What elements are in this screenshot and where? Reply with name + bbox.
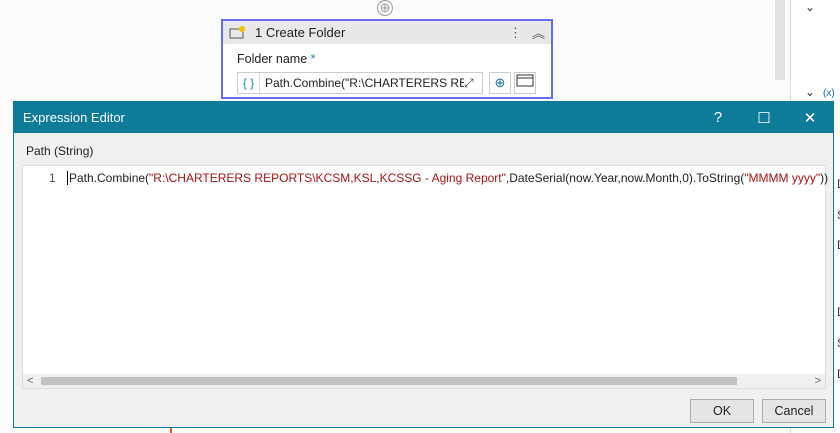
chevron-down-icon[interactable]: ⌄	[805, 85, 815, 99]
dialog-titlebar: Expression Editor ? ☐ ✕	[14, 102, 833, 133]
collapse-button[interactable]: ︽	[532, 23, 545, 42]
canvas-scrollbar[interactable]	[775, 0, 785, 80]
scroll-left-icon[interactable]: <	[27, 375, 33, 387]
dialog-title: Expression Editor	[23, 110, 125, 125]
line-number: 1	[49, 171, 56, 185]
connector-line	[170, 428, 172, 433]
folder-icon	[516, 74, 534, 87]
cancel-button[interactable]: Cancel	[762, 399, 826, 423]
more-options-button[interactable]: ⋮	[509, 25, 522, 41]
expand-icon[interactable]: ⤢	[464, 76, 482, 91]
expression-code[interactable]: Path.Combine("R:\CHARTERERS REPORTS\KCSM…	[67, 171, 828, 185]
expression-editor-dialog: Expression Editor ? ☐ ✕ Path (String) 1 …	[13, 101, 834, 428]
scrollbar-thumb[interactable]	[41, 377, 737, 385]
add-activity-button[interactable]: ⊕	[377, 0, 393, 16]
folder-name-value[interactable]: Path.Combine("R:\CHARTERERS REP(...	[260, 76, 464, 90]
code-string: "MMMM yyyy"	[744, 171, 821, 185]
add-variable-button[interactable]: ⊕	[489, 72, 511, 94]
browse-folder-button[interactable]	[514, 72, 536, 94]
folder-name-field[interactable]: { } Path.Combine("R:\CHARTERERS REP(... …	[237, 72, 483, 94]
ok-button[interactable]: OK	[690, 399, 754, 423]
code-part: ,DateSerial(now.Year,now.Month,0).ToStri…	[505, 171, 745, 185]
variable-icon: (x)	[823, 88, 835, 99]
expression-input[interactable]: 1 Path.Combine("R:\CHARTERERS REPORTS\KC…	[22, 165, 828, 389]
scroll-right-icon[interactable]: >	[815, 375, 821, 387]
label-text: Folder name	[237, 52, 308, 66]
horizontal-scrollbar[interactable]: < >	[23, 374, 825, 388]
activity-title: 1 Create Folder	[255, 25, 346, 40]
folder-icon	[229, 26, 245, 39]
expression-braces-icon: { }	[238, 73, 260, 93]
code-part: ))	[820, 171, 829, 185]
code-part: Path.Combine(	[69, 171, 150, 185]
path-label: Path (String)	[26, 144, 94, 158]
activity-header: 1 Create Folder ⋮ ︽	[223, 21, 551, 44]
create-folder-activity[interactable]: 1 Create Folder ⋮ ︽ Folder name * { } Pa…	[221, 19, 553, 99]
code-string: "R:\CHARTERERS REPORTS\KCSM,KSL,KCSSG - …	[149, 171, 506, 185]
chevron-down-icon[interactable]: ⌄	[805, 0, 815, 14]
required-mark: *	[310, 52, 316, 66]
help-button[interactable]: ?	[695, 109, 741, 126]
close-button[interactable]: ✕	[787, 109, 833, 127]
folder-name-label: Folder name *	[237, 52, 316, 66]
maximize-button[interactable]: ☐	[741, 109, 787, 127]
